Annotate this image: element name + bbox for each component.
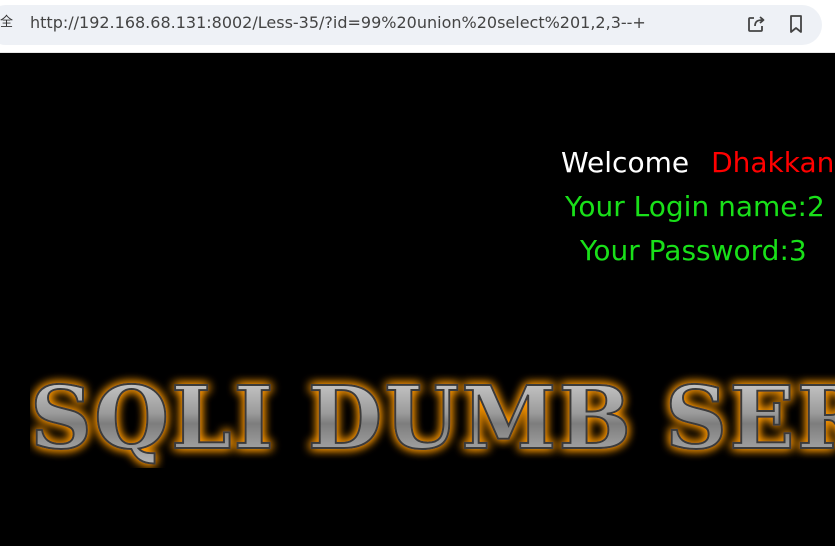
welcome-line: Welcome Dhakkan	[561, 145, 834, 181]
browser-toolbar: 全 http://192.168.68.131:8002/Less-35/?id…	[0, 0, 835, 53]
url-text[interactable]: http://192.168.68.131:8002/Less-35/?id=9…	[30, 12, 646, 34]
sqli-dumb-series-banner: SQLI DUMB SERIES	[30, 367, 835, 468]
password-result: Your Password:3	[580, 234, 807, 267]
page-content: Welcome Dhakkan Your Login name:2 Your Pa…	[0, 53, 835, 546]
bookmark-icon[interactable]	[784, 12, 808, 36]
banner-text: SQLI DUMB SERIES	[30, 368, 835, 468]
login-name-result: Your Login name:2	[565, 190, 825, 223]
site-info-chip[interactable]: 全	[0, 13, 16, 33]
welcome-username: Dhakkan	[711, 146, 835, 179]
share-icon[interactable]	[744, 12, 768, 36]
welcome-label: Welcome	[561, 146, 690, 179]
